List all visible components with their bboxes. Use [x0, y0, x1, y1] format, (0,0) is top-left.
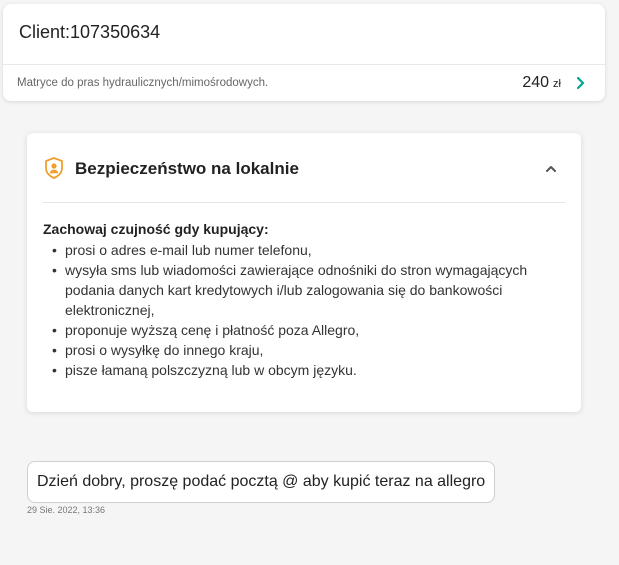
offer-link[interactable]: Matryce do pras hydraulicznych/mimośrodo… [3, 65, 605, 101]
bullet: • [52, 242, 57, 258]
warning-item: • prosi o adres e-mail lub numer telefonu… [43, 240, 563, 260]
warning-item-text: prosi o wysyłkę do innego kraju, [65, 342, 264, 358]
warning-item-text: pisze łamaną polszczyzną lub w obcym jęz… [65, 362, 357, 378]
warning-item: • proponuje wyższą cenę i płatność poza A… [43, 320, 563, 340]
security-body: Zachowaj czujność gdy kupujący: • prosi o… [43, 220, 563, 380]
message-timestamp: 29 Sie. 2022, 13:36 [27, 505, 106, 515]
bullet: • [52, 362, 57, 378]
warning-item-text: prosi o adres e-mail lub numer telefonu, [65, 242, 312, 258]
warning-item: • pisze łamaną polszczyzną lub w obcym ję… [43, 360, 563, 380]
bullet: • [52, 322, 57, 338]
message-bubble: Dzień dobry, proszę podać pocztą @ aby k… [27, 461, 496, 503]
warning-list: • prosi o adres e-mail lub numer telefonu… [43, 240, 563, 380]
warning-item: • prosi o wysyłkę do innego kraju, [43, 340, 563, 360]
chevron-right-icon[interactable] [575, 76, 587, 90]
security-panel-toggle[interactable]: Bezpieczeństwo na lokalnie [27, 133, 581, 202]
bullet: • [52, 262, 57, 278]
security-divider [43, 202, 565, 203]
offer-title: Matryce do pras hydraulicznych/mimośrodo… [17, 77, 269, 89]
offer-currency: zł [553, 78, 561, 90]
shield-user-icon [44, 157, 64, 179]
warning-item-text: wysyła sms lub wiadomości zawierające od… [65, 262, 528, 318]
security-title: Bezpieczeństwo na lokalnie [75, 159, 299, 178]
bullet: • [52, 342, 57, 358]
conversation-page: Client:107350634 Matryce do pras hydraul… [0, 0, 619, 565]
warning-heading: Zachowaj czujność gdy kupujący: [43, 221, 269, 237]
offer-price: 240 [522, 74, 550, 91]
client-title: Client:107350634 [19, 22, 161, 42]
warning-item-text: proponuje wyższą cenę i płatność poza Al… [65, 322, 360, 338]
warning-item: • wysyła sms lub wiadomości zawierające o… [43, 260, 563, 320]
security-panel: Bezpieczeństwo na lokalnie Zachowaj czuj… [27, 133, 581, 412]
offer-header-card: Client:107350634 Matryce do pras hydraul… [3, 4, 605, 101]
chevron-up-icon[interactable] [545, 161, 557, 172]
